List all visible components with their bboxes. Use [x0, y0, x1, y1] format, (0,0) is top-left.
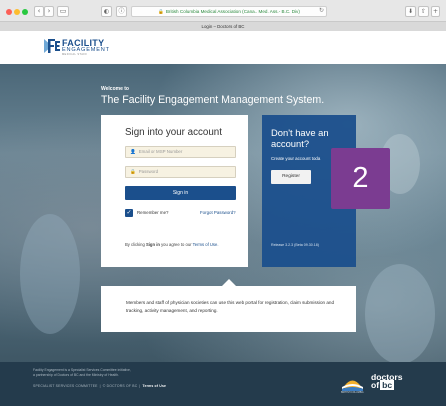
bc-badge: bc	[380, 380, 395, 391]
remember-me-checkbox[interactable]: ✓	[125, 209, 133, 217]
forgot-password-link[interactable]: Forgot Password?	[200, 210, 236, 216]
terms-prefix: By clicking	[125, 242, 146, 247]
minimize-window-icon[interactable]	[14, 9, 20, 15]
password-placeholder: Password	[138, 169, 159, 174]
tab-strip: Login – Doctors of BC	[0, 21, 446, 31]
footer-line-2: a partnership of Doctors of BC and the M…	[33, 373, 119, 377]
info-icon[interactable]: ⓘ	[116, 6, 127, 17]
site-header: FACILITY ENGAGEMENT MEDICAL STAFF	[0, 31, 446, 64]
lock-icon: 🔒	[130, 169, 136, 174]
footer-links: SPECIALIST SERVICES COMMITTEE | © DOCTORS …	[33, 384, 167, 388]
terms-of-use-link[interactable]: Terms of Use.	[193, 242, 219, 247]
register-button[interactable]: Register	[271, 170, 311, 184]
footer-line-1: Facility Engagement is a Specialist Serv…	[33, 368, 131, 372]
welcome-heading: The Facility Engagement Management Syste…	[101, 94, 325, 106]
downloads-icon[interactable]: ⬇	[405, 6, 416, 17]
address-text: British Columbia Medical Association (Ca…	[165, 9, 300, 14]
logo-line-facility: FACILITY	[62, 38, 105, 48]
info-text: Members and staff of physician societies…	[126, 300, 335, 313]
logo-wordmark[interactable]: FACILITY ENGAGEMENT MEDICAL STAFF	[62, 39, 110, 57]
remember-me-label[interactable]: Remember me?	[137, 210, 168, 216]
signin-title: Sign into your account	[125, 127, 222, 138]
sidebar-toggle-icon[interactable]: ▭	[57, 6, 69, 17]
email-placeholder: Email or MSP Number	[138, 149, 183, 154]
reload-icon[interactable]: ↻	[319, 6, 324, 17]
of-bc-wordmark: of bc	[371, 380, 403, 391]
new-tab-icon[interactable]: +	[431, 6, 440, 17]
email-field[interactable]: 👤 Email or MSP Number	[125, 146, 236, 158]
bc-wordmark: BRITISH COLUMBIA	[341, 391, 364, 394]
privacy-icon[interactable]: ◐	[101, 6, 112, 17]
release-version: Release 3.2.3 (Beta 09.30.18)	[271, 243, 319, 247]
signin-button[interactable]: Sign in	[125, 186, 236, 200]
share-icon[interactable]: ⇧	[418, 6, 429, 17]
terms-bold: Sign in	[145, 242, 160, 247]
back-button[interactable]: ‹	[34, 6, 44, 17]
password-field[interactable]: 🔒 Password	[125, 166, 236, 178]
user-icon: 👤	[130, 149, 136, 154]
address-bar[interactable]: 🔒 British Columbia Medical Association (C…	[131, 6, 327, 17]
terms-mid: you agree to our	[159, 242, 193, 247]
signin-card: Sign into your account 👤 Email or MSP Num…	[101, 115, 248, 267]
background-figure	[20, 214, 80, 334]
footer-link-doctors-of-bc[interactable]: © DOCTORS OF BC	[103, 384, 138, 388]
facility-engagement-logo-icon[interactable]	[43, 38, 61, 54]
close-window-icon[interactable]	[6, 9, 12, 15]
site-footer: Facility Engagement is a Specialist Serv…	[0, 362, 446, 406]
forward-button[interactable]: ›	[44, 6, 54, 17]
lock-icon: 🔒	[158, 9, 164, 14]
logo-line-medical-staff: MEDICAL STAFF	[62, 53, 88, 56]
step-number-badge: 2	[331, 148, 390, 209]
browser-chrome: ‹ › ▭ ◐ ⓘ 🔒 British Columbia Medical Asso…	[0, 0, 446, 31]
register-title: Don't have an account?	[271, 127, 329, 149]
background-figure	[365, 264, 435, 364]
tab-active[interactable]: Login – Doctors of BC	[0, 22, 446, 31]
register-subtitle: Create your account toda	[271, 156, 321, 161]
footer-link-ssc[interactable]: SPECIALIST SERVICES COMMITTEE	[33, 384, 98, 388]
info-pointer	[222, 279, 236, 286]
doctors-of-bc-logo[interactable]: doctors of bc	[371, 372, 403, 391]
zoom-window-icon[interactable]	[22, 9, 28, 15]
british-columbia-logo-icon[interactable]	[340, 375, 365, 391]
of-text: of	[371, 380, 380, 391]
footer-link-terms[interactable]: Terms of Use	[142, 384, 166, 388]
terms-notice: By clicking Sign in you agree to our Ter…	[125, 242, 219, 247]
info-box: Members and staff of physician societies…	[101, 286, 356, 332]
welcome-label: Welcome to	[101, 86, 129, 92]
